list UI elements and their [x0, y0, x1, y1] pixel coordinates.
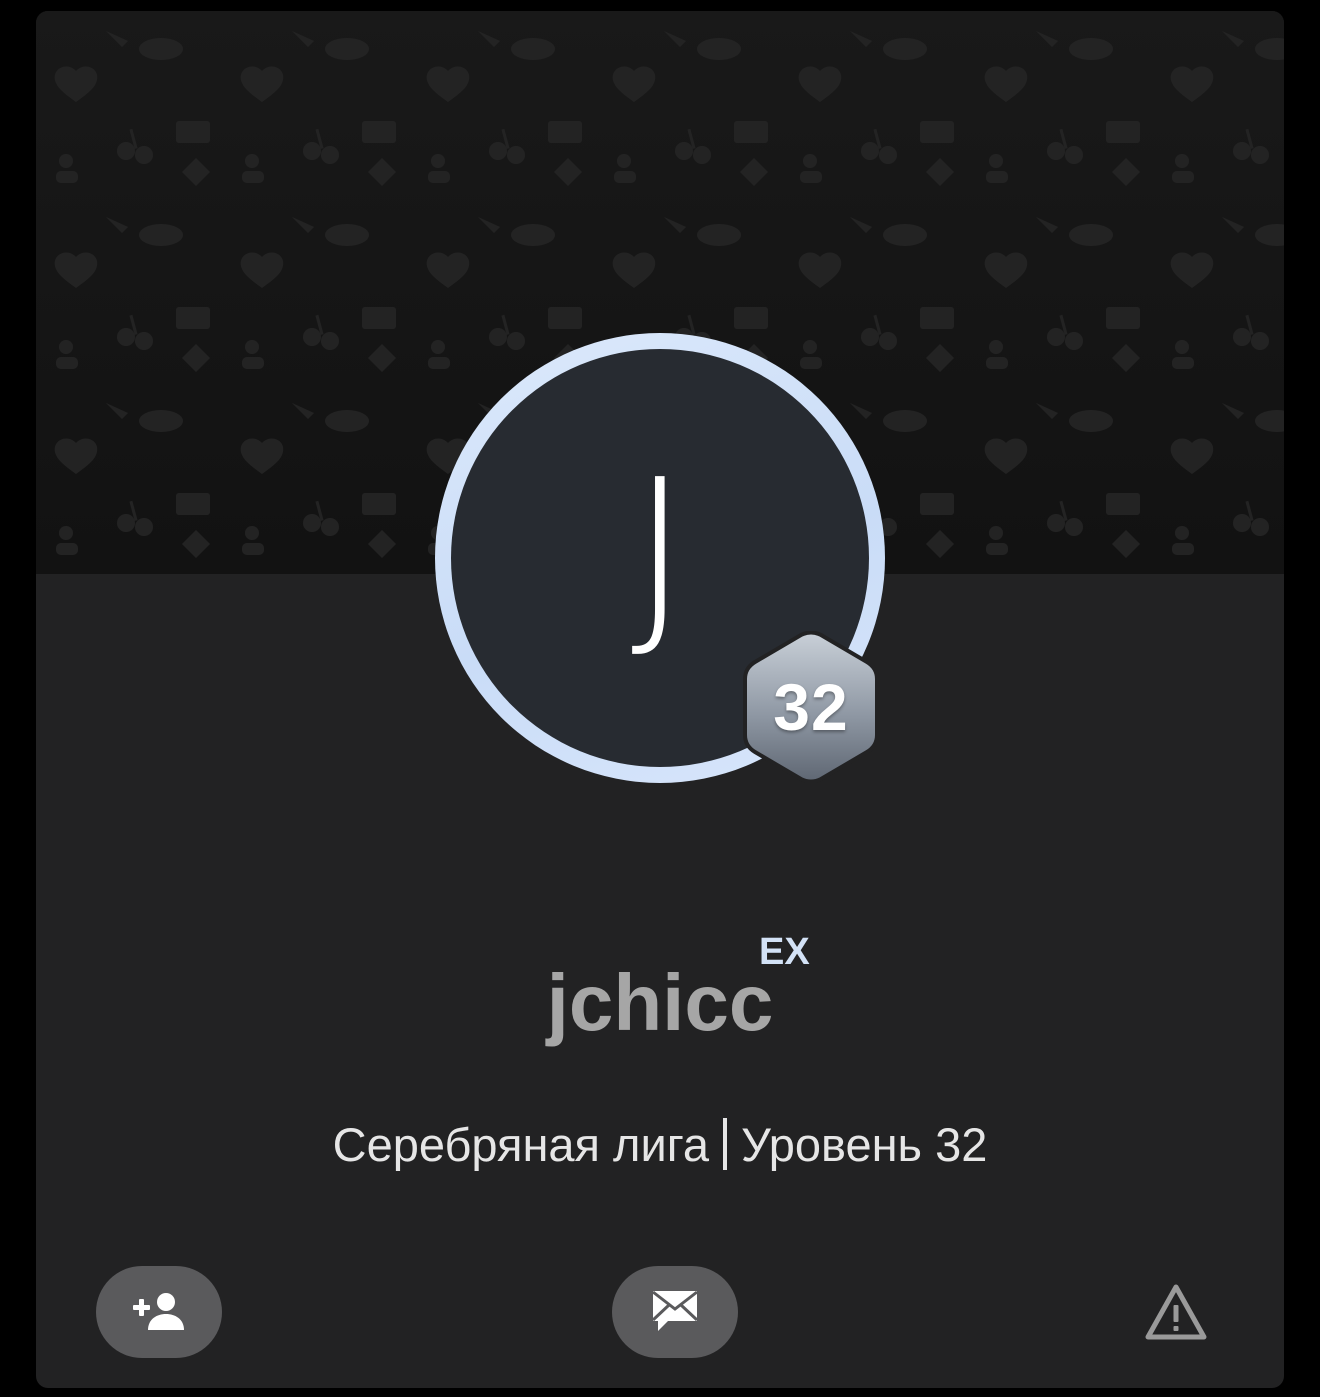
league-name: Серебряная лига	[332, 1118, 709, 1171]
profile-card: J 32 jchicc EX Серебряная лига Уровень 32	[36, 11, 1284, 1388]
person-add-icon	[133, 1293, 184, 1330]
add-friend-button[interactable]	[96, 1266, 222, 1358]
message-button[interactable]	[612, 1266, 738, 1358]
username: jchicc	[546, 958, 774, 1047]
envelope-icon	[651, 1290, 699, 1331]
level-badge: 32	[741, 631, 881, 783]
level-text: Уровень 32	[740, 1118, 988, 1171]
separator	[722, 1118, 727, 1170]
user-tag: EX	[759, 931, 810, 973]
level-badge-number: 32	[773, 670, 849, 744]
avatar-letter: J	[631, 438, 689, 666]
warning-triangle-icon	[1145, 1284, 1207, 1340]
league-level-line: Серебряная лига Уровень 32	[36, 1118, 1284, 1170]
report-button[interactable]	[1144, 1281, 1208, 1345]
